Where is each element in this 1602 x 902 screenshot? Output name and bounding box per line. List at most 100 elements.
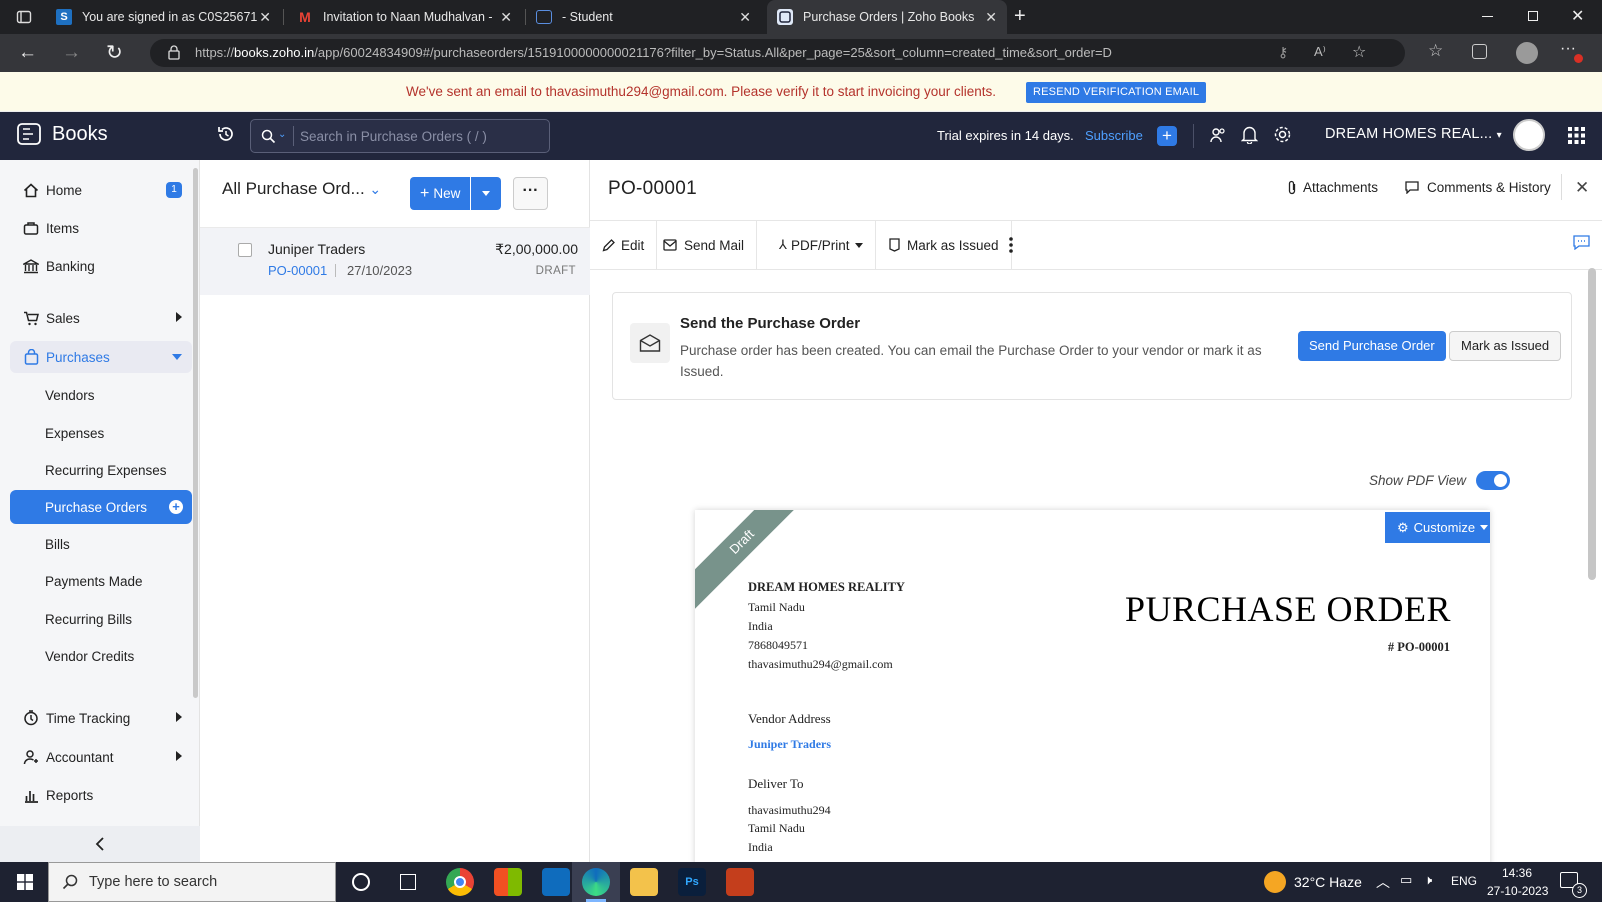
- collections-icon[interactable]: [1472, 44, 1487, 59]
- url-field[interactable]: https://books.zoho.in/app/60024834909#/p…: [150, 39, 1405, 67]
- browser-tab[interactable]: S You are signed in as C0S25671 ✕: [56, 0, 281, 34]
- sidebar-item-purchase-orders[interactable]: Purchase Orders +: [10, 490, 192, 524]
- quick-create-button[interactable]: +: [1157, 126, 1177, 146]
- brand[interactable]: Books: [16, 122, 108, 146]
- customize-button[interactable]: ⚙ Customize: [1385, 512, 1490, 543]
- windows-start-icon[interactable]: [17, 874, 33, 890]
- tab-actions-icon[interactable]: [16, 9, 32, 25]
- sidebar-scrollbar[interactable]: [193, 168, 198, 698]
- sidebar-item-vendor-credits[interactable]: Vendor Credits: [10, 640, 192, 672]
- clock-time[interactable]: 14:36: [1502, 866, 1532, 880]
- profile-avatar-icon[interactable]: [1516, 42, 1538, 64]
- more-actions-button[interactable]: [993, 221, 1029, 269]
- detail-scrollbar[interactable]: [1588, 268, 1596, 580]
- user-avatar[interactable]: [1513, 119, 1545, 151]
- browser-tab-active[interactable]: Purchase Orders | Zoho Books ✕: [767, 0, 1007, 34]
- restore-icon[interactable]: [1528, 11, 1538, 21]
- refresh-icon[interactable]: ↻: [106, 40, 123, 65]
- sidebar-item-time-tracking[interactable]: Time Tracking: [10, 702, 192, 734]
- pdf-view-toggle[interactable]: [1476, 471, 1510, 490]
- sidebar-item-payments-made[interactable]: Payments Made: [10, 565, 192, 597]
- app-grid-icon[interactable]: [1568, 127, 1585, 144]
- back-icon[interactable]: ←: [18, 42, 37, 64]
- mark-as-issued-button[interactable]: Mark as Issued: [1449, 331, 1562, 361]
- pdf-vendor-name[interactable]: Juniper Traders: [748, 737, 831, 752]
- sidebar-item-label: Payments Made: [45, 573, 143, 589]
- favorites-icon[interactable]: ☆: [1428, 41, 1443, 61]
- search-input[interactable]: ⌄ Search in Purchase Orders ( / ): [250, 119, 550, 153]
- subscribe-link[interactable]: Subscribe: [1085, 128, 1143, 143]
- edge-icon[interactable]: [582, 868, 610, 896]
- mark-as-issued-toolbar-button[interactable]: Mark as Issued: [877, 221, 1012, 269]
- sidebar-item-reports[interactable]: Reports: [10, 779, 192, 811]
- new-dropdown-button[interactable]: [471, 177, 502, 210]
- close-icon[interactable]: ✕: [739, 9, 751, 26]
- mark-issued-label: Mark as Issued: [907, 237, 999, 253]
- chat-icon[interactable]: [1573, 235, 1590, 250]
- sidebar-collapse-button[interactable]: [0, 826, 200, 862]
- sidebar-item-banking[interactable]: Banking: [10, 250, 192, 282]
- window-close-icon[interactable]: ✕: [1571, 6, 1584, 26]
- sidebar-item-expenses[interactable]: Expenses: [10, 417, 192, 449]
- mail-app-icon[interactable]: [542, 868, 570, 896]
- attachments-button[interactable]: Attachments: [1288, 180, 1378, 195]
- sidebar-item-vendors[interactable]: Vendors: [10, 379, 192, 411]
- sidebar-item-items[interactable]: Items: [10, 212, 192, 244]
- browser-tab[interactable]: M Invitation to Naan Mudhalvan - ✕: [297, 0, 522, 34]
- pdf-print-button[interactable]: ⅄ PDF/Print: [767, 221, 877, 269]
- close-icon[interactable]: ✕: [500, 9, 512, 26]
- chrome-icon[interactable]: [446, 868, 474, 896]
- list-item[interactable]: Juniper Traders ₹2,00,000.00 PO-00001 27…: [200, 227, 590, 295]
- minimize-icon[interactable]: [1482, 16, 1493, 17]
- browser-tab[interactable]: - Student ✕: [536, 0, 761, 34]
- volume-icon[interactable]: 🕨: [1424, 872, 1432, 888]
- sidebar-item-accountant[interactable]: Accountant: [10, 741, 192, 773]
- sidebar-item-recurring-expenses[interactable]: Recurring Expenses: [10, 454, 192, 486]
- add-purchase-order-icon[interactable]: +: [169, 500, 183, 514]
- network-icon[interactable]: ▭: [1400, 872, 1412, 888]
- list-view-selector[interactable]: All Purchase Ord... ⌄: [222, 179, 381, 199]
- new-tab-icon[interactable]: +: [1014, 5, 1026, 28]
- taskbar-search-input[interactable]: Type here to search: [48, 862, 336, 902]
- sidebar-item-sales[interactable]: Sales: [10, 302, 192, 334]
- powerpoint-icon[interactable]: [726, 868, 754, 896]
- sidebar-item-purchases[interactable]: Purchases: [10, 341, 192, 373]
- row-po-number[interactable]: PO-00001: [268, 263, 327, 278]
- sidebar-item-home[interactable]: Home 1: [10, 174, 192, 206]
- send-purchase-order-button[interactable]: Send Purchase Order: [1298, 331, 1446, 361]
- resend-verification-button[interactable]: RESEND VERIFICATION EMAIL: [1026, 82, 1207, 103]
- add-favorite-icon[interactable]: ☆: [1352, 42, 1366, 62]
- weather-text[interactable]: 32°C Haze: [1294, 874, 1362, 890]
- send-mail-label: Send Mail: [684, 237, 745, 253]
- row-checkbox[interactable]: [238, 243, 252, 257]
- send-mail-button[interactable]: Send Mail: [651, 221, 758, 269]
- read-aloud-icon[interactable]: A⁾: [1314, 44, 1326, 60]
- forward-icon[interactable]: →: [62, 42, 81, 64]
- language-indicator[interactable]: ENG: [1451, 874, 1477, 888]
- more-options-button[interactable]: ···: [513, 177, 548, 210]
- widgets-icon[interactable]: [400, 874, 416, 890]
- key-icon[interactable]: ⚷: [1278, 44, 1288, 61]
- clock-date[interactable]: 27-10-2023: [1487, 884, 1548, 898]
- microsoft-store-icon[interactable]: [494, 868, 522, 896]
- search-icon[interactable]: [261, 129, 276, 144]
- tray-chevron-up-icon[interactable]: ︿: [1376, 872, 1390, 892]
- settings-gear-icon[interactable]: [1273, 125, 1292, 144]
- notifications-icon[interactable]: [1241, 125, 1258, 144]
- weather-icon[interactable]: [1264, 871, 1286, 893]
- recent-history-icon[interactable]: [216, 124, 236, 144]
- task-view-icon[interactable]: [352, 873, 370, 891]
- new-button[interactable]: + New: [410, 177, 471, 210]
- comments-history-button[interactable]: Comments & History: [1405, 180, 1551, 195]
- photoshop-icon[interactable]: Ps: [678, 868, 706, 896]
- sidebar-item-recurring-bills[interactable]: Recurring Bills: [10, 603, 192, 635]
- close-icon[interactable]: ✕: [1575, 178, 1589, 198]
- close-icon[interactable]: ✕: [985, 9, 997, 26]
- chevron-down-icon[interactable]: ⌄: [278, 129, 286, 140]
- referral-icon[interactable]: [1209, 126, 1227, 144]
- close-icon[interactable]: ✕: [259, 9, 271, 26]
- organization-switcher[interactable]: DREAM HOMES REAL... ▾: [1325, 126, 1502, 142]
- edit-button[interactable]: Edit: [590, 221, 658, 269]
- sidebar-item-bills[interactable]: Bills: [10, 528, 192, 560]
- file-explorer-icon[interactable]: [630, 868, 658, 896]
